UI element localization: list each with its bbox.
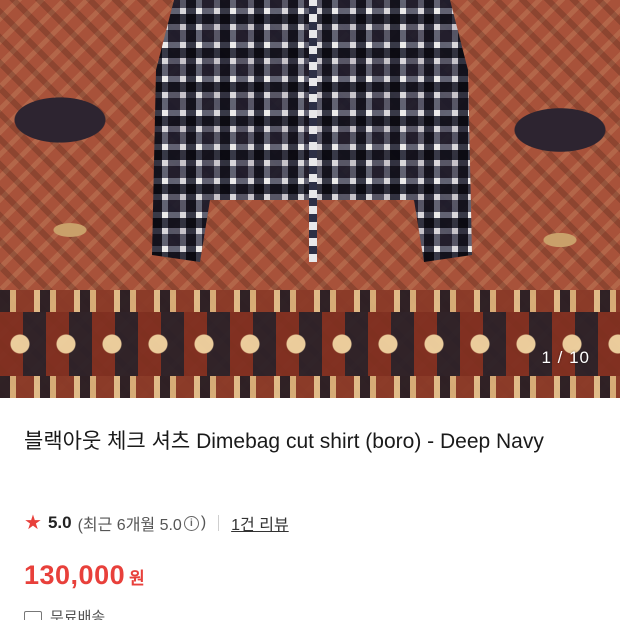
review-count-link[interactable]: 1건 리뷰 — [231, 511, 289, 535]
rating-score: 5.0 — [47, 513, 72, 532]
divider — [218, 515, 220, 531]
rating-recent-text: (최근 6개월 5.0 — [77, 517, 182, 534]
rating-close-paren: ) — [200, 514, 207, 531]
product-title: 블랙아웃 체크 셔츠 Dimebag cut shirt (boro) - De… — [24, 430, 544, 453]
shipping-row: 무료배송 — [24, 606, 105, 620]
rating-row: ★ 5.0 (최근 6개월 5.0 i ) 1건 리뷰 — [24, 511, 289, 535]
star-icon: ★ — [24, 512, 42, 534]
rug-border-pattern — [0, 290, 620, 398]
shipping-label: 무료배송 — [50, 609, 106, 620]
info-icon[interactable]: i — [183, 515, 199, 531]
image-counter: 1 / 10 — [541, 348, 590, 367]
truck-icon — [24, 610, 42, 620]
shirt-placket — [309, 0, 317, 262]
price-amount: 130,000 — [24, 560, 126, 590]
price-currency: 원 — [129, 569, 145, 588]
price-row: 130,000 원 — [24, 560, 145, 591]
product-image[interactable]: 1 / 10 — [0, 0, 620, 398]
